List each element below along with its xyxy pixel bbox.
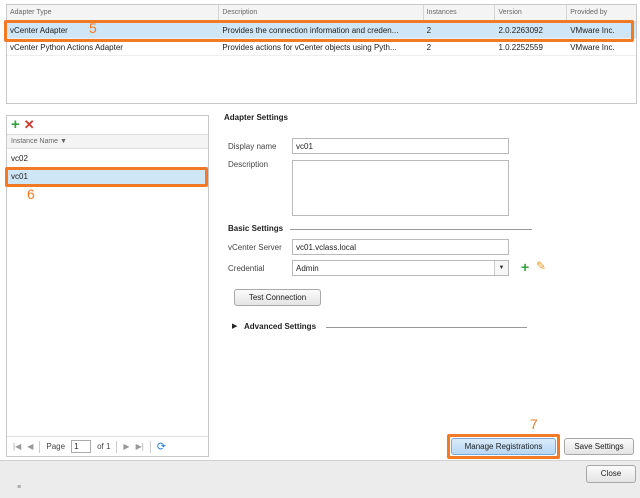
description-textarea[interactable] bbox=[292, 160, 509, 216]
adapter-table: Adapter Type Description Instances Versi… bbox=[6, 4, 637, 104]
callout-number-7: 7 bbox=[530, 416, 538, 432]
adapter-settings-title: Adapter Settings bbox=[224, 113, 289, 122]
page-count-label: of 1 bbox=[97, 442, 111, 451]
column-header-description[interactable]: Description bbox=[219, 5, 424, 21]
vcenter-server-label: vCenter Server bbox=[228, 243, 282, 252]
instance-name-header-label: Instance Name bbox=[11, 138, 59, 145]
pager-divider bbox=[116, 440, 118, 453]
callout-number-6: 6 bbox=[27, 186, 35, 202]
instance-name-column-header[interactable]: Instance Name ▼ bbox=[7, 134, 208, 149]
credential-select[interactable]: Admin ▼ bbox=[292, 260, 509, 276]
test-connection-button[interactable]: Test Connection bbox=[234, 289, 321, 306]
cell-adapter-type: vCenter Python Actions Adapter bbox=[10, 43, 123, 52]
instances-panel: + ✕ Instance Name ▼ vc02 vc01 |◀ ◀ Page … bbox=[6, 115, 209, 457]
refresh-icon[interactable]: ⟳ bbox=[157, 440, 166, 453]
advanced-settings-title[interactable]: Advanced Settings bbox=[244, 322, 316, 331]
cell-version: 1.0.2252559 bbox=[498, 43, 543, 52]
column-header-adapter-type[interactable]: Adapter Type bbox=[7, 5, 220, 21]
sort-down-icon: ▼ bbox=[60, 138, 67, 145]
basic-settings-divider bbox=[290, 229, 532, 230]
column-header-instances[interactable]: Instances bbox=[424, 5, 496, 21]
page-label: Page bbox=[46, 442, 66, 451]
display-name-input[interactable]: vc01 bbox=[292, 138, 509, 154]
cell-instances: 2 bbox=[426, 43, 432, 52]
page-number-input[interactable]: 1 bbox=[71, 440, 92, 453]
cell-provided-by: VMware Inc. bbox=[570, 43, 615, 52]
display-name-label: Display name bbox=[228, 142, 277, 151]
dialog-footer bbox=[0, 460, 640, 498]
resize-grip-icon: ≡ bbox=[17, 484, 22, 491]
list-item[interactable]: vc02 bbox=[7, 149, 208, 167]
last-page-icon[interactable]: ▶| bbox=[136, 442, 144, 451]
cell-description: Provides the connection information and … bbox=[222, 26, 399, 35]
next-page-icon[interactable]: ▶ bbox=[123, 442, 129, 451]
pager-divider bbox=[149, 440, 151, 453]
cell-description: Provides actions for vCenter objects usi… bbox=[222, 43, 397, 52]
credential-select-value: Admin bbox=[296, 264, 319, 273]
prev-page-icon[interactable]: ◀ bbox=[27, 442, 33, 451]
instances-toolbar: + ✕ bbox=[7, 116, 208, 134]
cell-instances: 2 bbox=[426, 26, 432, 35]
table-row[interactable]: vCenter Python Actions Adapter Provides … bbox=[7, 39, 636, 56]
description-label: Description bbox=[228, 160, 269, 169]
delete-instance-icon[interactable]: ✕ bbox=[24, 118, 35, 132]
basic-settings-title: Basic Settings bbox=[228, 224, 284, 233]
save-settings-button[interactable]: Save Settings bbox=[564, 438, 634, 455]
close-button[interactable]: Close bbox=[586, 465, 636, 483]
callout-number-5: 5 bbox=[89, 20, 97, 36]
add-credential-icon[interactable]: + bbox=[521, 259, 529, 275]
expand-triangle-icon[interactable]: ▶ bbox=[232, 322, 237, 330]
list-item[interactable]: vc01 bbox=[7, 167, 208, 185]
pager: |◀ ◀ Page 1 of 1 ▶ ▶| ⟳ bbox=[7, 436, 208, 456]
adapter-table-header: Adapter Type Description Instances Versi… bbox=[7, 5, 636, 22]
column-header-version[interactable]: Version bbox=[495, 5, 568, 21]
cell-provided-by: VMware Inc. bbox=[570, 26, 615, 35]
manage-registrations-button[interactable]: Manage Registrations bbox=[451, 438, 556, 455]
column-header-provided-by[interactable]: Provided by bbox=[567, 5, 636, 21]
cell-version: 2.0.2263092 bbox=[498, 26, 543, 35]
first-page-icon[interactable]: |◀ bbox=[13, 442, 21, 451]
table-row[interactable]: vCenter Adapter Provides the connection … bbox=[7, 22, 636, 39]
vcenter-server-input[interactable]: vc01.vclass.local bbox=[292, 239, 509, 255]
add-instance-icon[interactable]: + bbox=[11, 117, 20, 132]
pager-divider bbox=[39, 440, 41, 453]
edit-credential-icon[interactable]: ✎ bbox=[536, 259, 546, 273]
credential-label: Credential bbox=[228, 264, 265, 273]
cell-adapter-type: vCenter Adapter bbox=[10, 26, 68, 35]
advanced-settings-divider bbox=[326, 327, 527, 328]
chevron-down-icon[interactable]: ▼ bbox=[494, 261, 508, 275]
